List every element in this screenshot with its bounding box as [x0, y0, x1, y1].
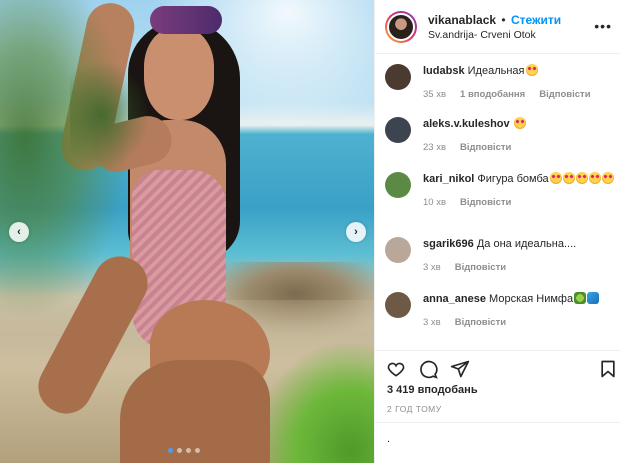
comment-text: Да она идеальна.... [476, 238, 577, 250]
owner-username-link[interactable]: vikanablack [428, 13, 496, 27]
comment-age: 23 хв [423, 142, 447, 153]
heart-eyes-emoji-icon [525, 64, 538, 76]
like-button[interactable] [385, 358, 407, 380]
comment-text: Идеальная [467, 65, 525, 77]
comment-row: ludabsk Идеальная 35 хв 1 вподобання Відпов… [385, 64, 617, 102]
heart-eyes-emoji-icon [575, 172, 588, 184]
carousel-dot [168, 448, 173, 453]
commenter-username[interactable]: sgarik696 [423, 238, 474, 250]
comment-row: sgarik696 Да она идеальна.... 3 хв Відпові… [385, 237, 617, 275]
commenter-avatar[interactable] [385, 292, 411, 318]
pine-branches-small [70, 60, 150, 170]
comment-button[interactable] [417, 358, 439, 380]
post-sidebar: vikanablack • Стежити Sv.andrija- Crveni… [374, 0, 620, 463]
carousel-dot [195, 448, 200, 453]
commenter-username[interactable]: ludabsk [423, 65, 465, 77]
commenter-username[interactable]: aleks.v.kuleshov [423, 118, 510, 130]
commenter-username[interactable]: kari_nikol [423, 173, 474, 185]
carousel-dot [177, 448, 182, 453]
chevron-right-icon: › [354, 226, 358, 238]
heart-eyes-emoji-icon [513, 117, 526, 129]
share-button[interactable] [449, 358, 471, 380]
heart-eyes-emoji-icon [601, 172, 614, 184]
reply-button[interactable]: Відповісти [455, 261, 506, 275]
commenter-avatar[interactable] [385, 64, 411, 90]
comment-row: anna_anese Морская Нимфа 3 хв Відповісти [385, 292, 617, 330]
carousel-next-button[interactable]: › [346, 222, 366, 242]
post-photo[interactable]: ‹ › [0, 0, 374, 463]
post-header: vikanablack • Стежити Sv.andrija- Crveni… [375, 0, 620, 54]
carousel-prev-button[interactable]: ‹ [9, 222, 29, 242]
comment-text: Морская Нимфа [489, 293, 574, 305]
bookmark-icon [601, 360, 615, 378]
comment-age: 3 хв [423, 317, 441, 328]
comment-input[interactable] [387, 433, 587, 445]
paper-plane-icon [450, 360, 470, 377]
heart-outline-icon [387, 362, 405, 377]
comment-age: 10 хв [423, 197, 447, 208]
fairy-emoji-icon [574, 292, 587, 304]
commenter-avatar[interactable] [385, 117, 411, 143]
reply-button[interactable]: Відповісти [539, 88, 590, 102]
location-link[interactable]: Sv.andrija- Crveni Otok [428, 29, 561, 41]
likes-count[interactable]: 3 419 вподобань [387, 384, 478, 396]
carousel-dots [168, 448, 200, 453]
commenter-avatar[interactable] [385, 172, 411, 198]
comment-row: aleks.v.kuleshov 23 хв Відповісти [385, 117, 617, 155]
post-timestamp: 2 ГОД ТОМУ [387, 404, 442, 414]
comment-row: kari_nikol Фигура бомба 10 хв Відповісти [385, 172, 617, 210]
comments-list[interactable]: ludabsk Идеальная 35 хв 1 вподобання Відпов… [375, 54, 620, 350]
comment-bubble-icon [420, 360, 438, 379]
reply-button[interactable]: Відповісти [455, 316, 506, 330]
photo-subject-sunglasses [150, 6, 222, 34]
photo-subject-face [144, 28, 214, 120]
reply-button[interactable]: Відповісти [460, 196, 511, 210]
heart-eyes-emoji-icon [549, 172, 562, 184]
action-bar [375, 350, 620, 386]
carousel-dot [186, 448, 191, 453]
owner-avatar[interactable] [385, 10, 417, 43]
comment-age: 3 хв [423, 262, 441, 273]
post-dialog: ‹ › vikanablack • Стежити Sv.andrija- Cr… [0, 0, 620, 463]
heart-eyes-emoji-icon [588, 172, 601, 184]
water-wave-emoji-icon [587, 292, 600, 304]
commenter-avatar[interactable] [385, 237, 411, 263]
separator-dot: • [501, 12, 506, 27]
comment-age: 35 хв [423, 89, 447, 100]
save-button[interactable] [597, 358, 619, 380]
comment-composer [375, 422, 620, 463]
chevron-left-icon: ‹ [17, 226, 21, 238]
heart-eyes-emoji-icon [562, 172, 575, 184]
follow-button[interactable]: Стежити [511, 13, 561, 27]
more-options-icon[interactable]: ••• [594, 18, 612, 34]
commenter-username[interactable]: anna_anese [423, 293, 486, 305]
grass [254, 343, 374, 463]
comment-text: Фигура бомба [477, 173, 549, 185]
comment-likes-count[interactable]: 1 вподобання [460, 88, 525, 102]
reply-button[interactable]: Відповісти [460, 141, 511, 155]
